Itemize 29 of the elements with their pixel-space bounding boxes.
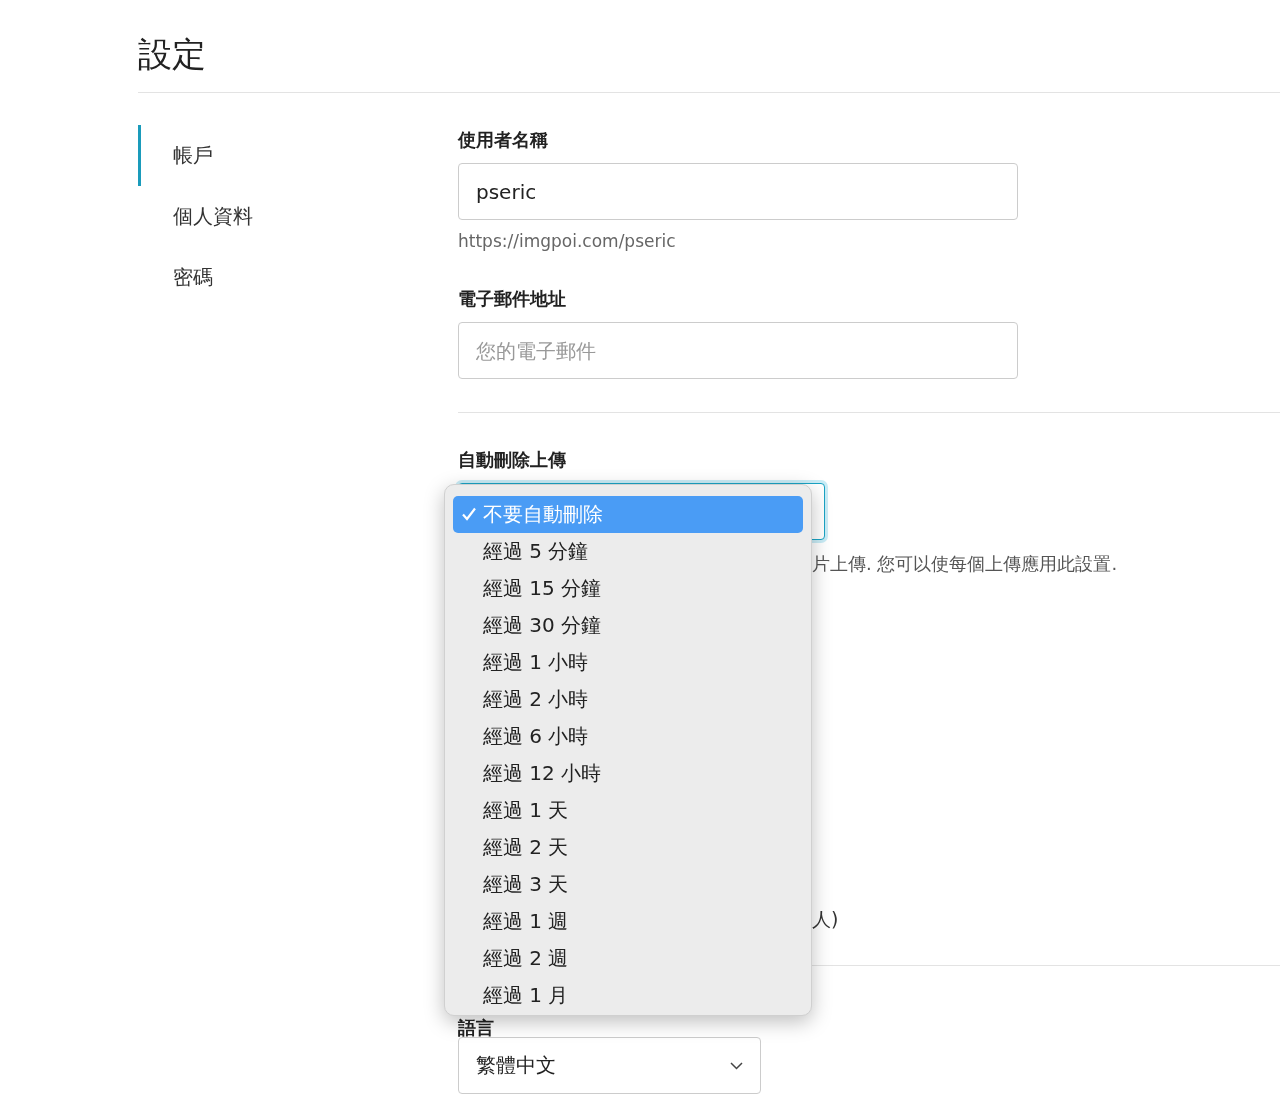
menu-option[interactable]: 經過 6 小時 xyxy=(453,718,803,755)
menu-option[interactable]: 經過 2 小時 xyxy=(453,681,803,718)
menu-option[interactable]: 經過 3 天 xyxy=(453,866,803,903)
check-icon xyxy=(461,507,477,521)
menu-option[interactable]: 經過 5 分鐘 xyxy=(453,533,803,570)
menu-option[interactable]: 經過 2 週 xyxy=(453,940,803,977)
chevron-icon xyxy=(730,1061,743,1070)
sidebar-item[interactable]: 帳戶 xyxy=(138,125,233,186)
profile-url: https://imgpoi.com/pseric xyxy=(458,230,676,253)
language-select[interactable]: 繁體中文 xyxy=(458,1037,761,1094)
help-text: 片上傳. 您可以使每個上傳應用此設置. xyxy=(812,552,1118,576)
menu-option[interactable]: 經過 1 月 xyxy=(453,977,803,1014)
menu-option[interactable]: 經過 15 分鐘 xyxy=(453,570,803,607)
email-field[interactable]: 您的電子郵件 xyxy=(458,322,1018,379)
field-label: 自動刪除上傳 xyxy=(458,448,566,472)
field-label: 使用者名稱 xyxy=(458,128,548,152)
sidebar-item[interactable]: 個人資料 xyxy=(138,186,273,247)
menu-option[interactable]: 經過 2 天 xyxy=(453,829,803,866)
menu-option[interactable]: 經過 12 小時 xyxy=(453,755,803,792)
page-title: 設定 xyxy=(138,33,206,76)
menu-option[interactable]: 經過 1 天 xyxy=(453,792,803,829)
option-text: 人) xyxy=(812,907,839,932)
field-label: 語言 xyxy=(458,1019,494,1037)
menu-option[interactable]: 經過 1 週 xyxy=(453,903,803,940)
menu-option[interactable]: 經過 1 小時 xyxy=(453,644,803,681)
menu-option[interactable]: 經過 30 分鐘 xyxy=(453,607,803,644)
field-label: 電子郵件地址 xyxy=(458,287,566,311)
username-field[interactable]: pseric xyxy=(458,163,1018,220)
sidebar-item[interactable]: 密碼 xyxy=(138,247,233,308)
